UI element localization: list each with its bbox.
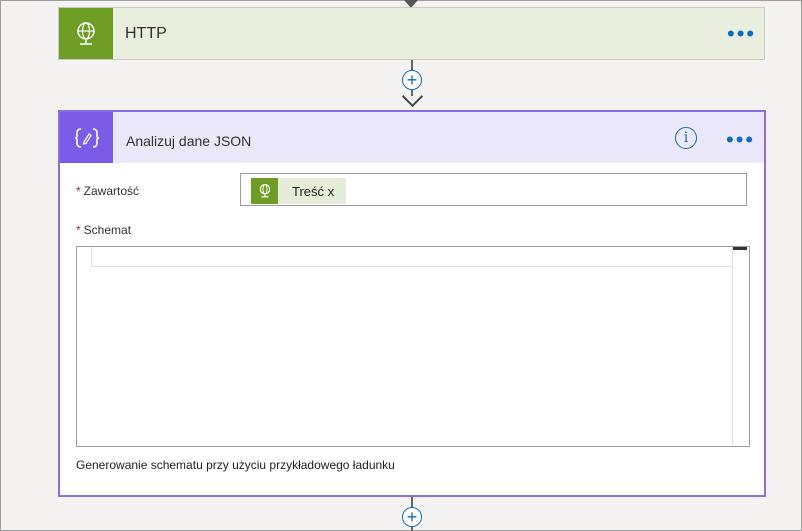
schema-editor[interactable] (76, 246, 750, 447)
required-marker: * (76, 184, 81, 198)
http-more-options-button[interactable]: ••• (727, 23, 756, 45)
parse-json-more-options-button[interactable]: ••• (726, 129, 755, 151)
plus-icon: + (406, 507, 418, 527)
parse-json-action-card[interactable]: Analizuj dane JSON i ••• * Zawartość Treś… (58, 110, 766, 497)
parse-json-title: Analizuj dane JSON (126, 133, 252, 149)
globe-icon (59, 8, 113, 59)
parse-json-header[interactable]: Analizuj dane JSON i ••• (60, 112, 764, 163)
curly-braces-icon (60, 112, 113, 163)
content-input[interactable]: Treść x (240, 173, 747, 206)
schema-editor-line[interactable] (91, 247, 733, 267)
content-token[interactable]: Treść x (251, 178, 346, 204)
http-action-title: HTTP (125, 25, 167, 42)
content-field-label: * Zawartość (76, 184, 140, 198)
generate-schema-link[interactable]: Generowanie schematu przy użyciu przykła… (76, 458, 395, 472)
http-action-card[interactable]: HTTP ••• (58, 7, 765, 60)
schema-field-label: * Schemat (76, 223, 132, 237)
insert-step-button[interactable]: + (402, 507, 422, 527)
content-token-label: Treść x (292, 183, 335, 199)
scrollbar-thumb[interactable] (733, 247, 747, 250)
globe-icon (251, 178, 278, 204)
schema-scrollbar[interactable] (732, 247, 749, 446)
info-icon[interactable]: i (675, 127, 697, 149)
required-marker: * (76, 223, 81, 237)
